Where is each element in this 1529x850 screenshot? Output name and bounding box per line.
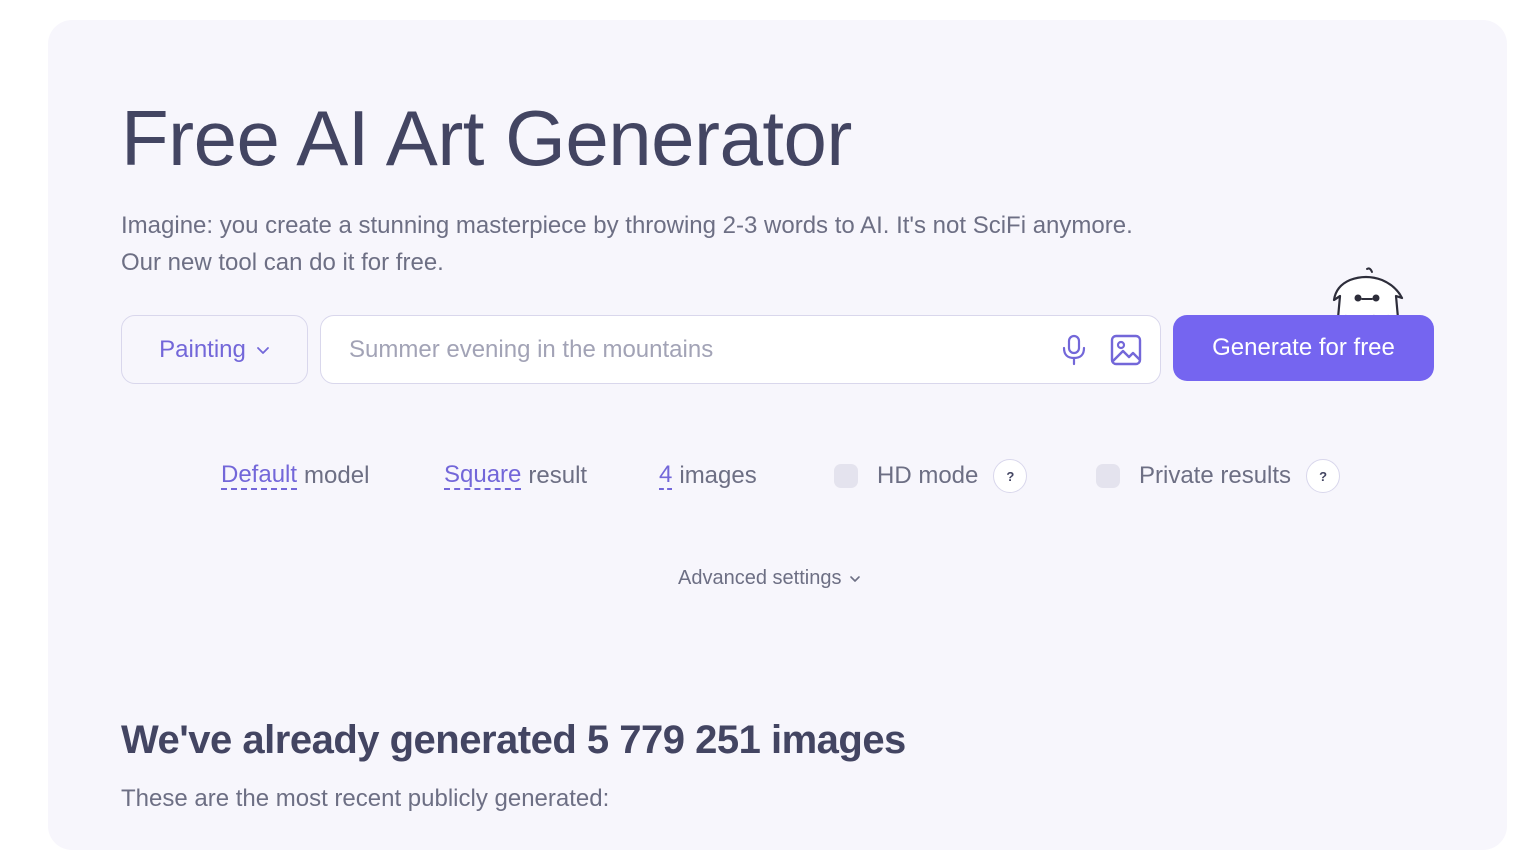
generate-button[interactable]: Generate for free: [1173, 315, 1434, 381]
private-results-label: Private results: [1139, 462, 1292, 489]
hd-mode-help-button[interactable]: ?: [993, 459, 1028, 493]
advanced-settings-label: Advanced settings: [678, 567, 842, 589]
model-option: Default model: [221, 460, 369, 492]
page-subtitle: Imagine: you create a stunning masterpie…: [121, 207, 1133, 281]
hd-mode-label: HD mode: [877, 462, 979, 489]
hd-mode-checkbox[interactable]: [834, 464, 858, 488]
count-option: 4 images: [659, 460, 757, 492]
private-results-option: Private results ?: [1096, 458, 1341, 494]
aspect-option: Square result: [444, 460, 587, 492]
aspect-selector[interactable]: Square: [444, 462, 522, 490]
subtitle-line-1: Imagine: you create a stunning masterpie…: [121, 212, 1133, 239]
image-icon[interactable]: [1109, 333, 1143, 367]
microphone-icon[interactable]: [1059, 334, 1089, 366]
image-count-selector[interactable]: 4: [659, 462, 673, 490]
aspect-option-label: result: [528, 462, 588, 489]
prompt-input[interactable]: [349, 316, 1049, 383]
private-results-checkbox[interactable]: [1096, 464, 1120, 488]
model-selector[interactable]: Default: [221, 462, 298, 490]
advanced-settings-toggle[interactable]: Advanced settings: [678, 567, 861, 590]
subtitle-line-2: Our new tool can do it for free.: [121, 249, 444, 276]
count-option-label: images: [679, 462, 757, 489]
style-dropdown-value: Painting: [159, 335, 246, 363]
prompt-field-container: [320, 315, 1161, 384]
chevron-down-icon: [850, 575, 861, 582]
chevron-down-icon: [256, 346, 269, 354]
hd-mode-option: HD mode ?: [834, 458, 1028, 494]
model-option-label: model: [304, 462, 370, 489]
private-results-help-button[interactable]: ?: [1306, 459, 1341, 493]
style-dropdown[interactable]: Painting: [121, 315, 308, 384]
page-title: Free AI Art Generator: [121, 94, 852, 182]
generated-count-heading: We've already generated 5 779 251 images: [121, 718, 906, 762]
recent-images-subheading: These are the most recent publicly gener…: [121, 785, 610, 812]
